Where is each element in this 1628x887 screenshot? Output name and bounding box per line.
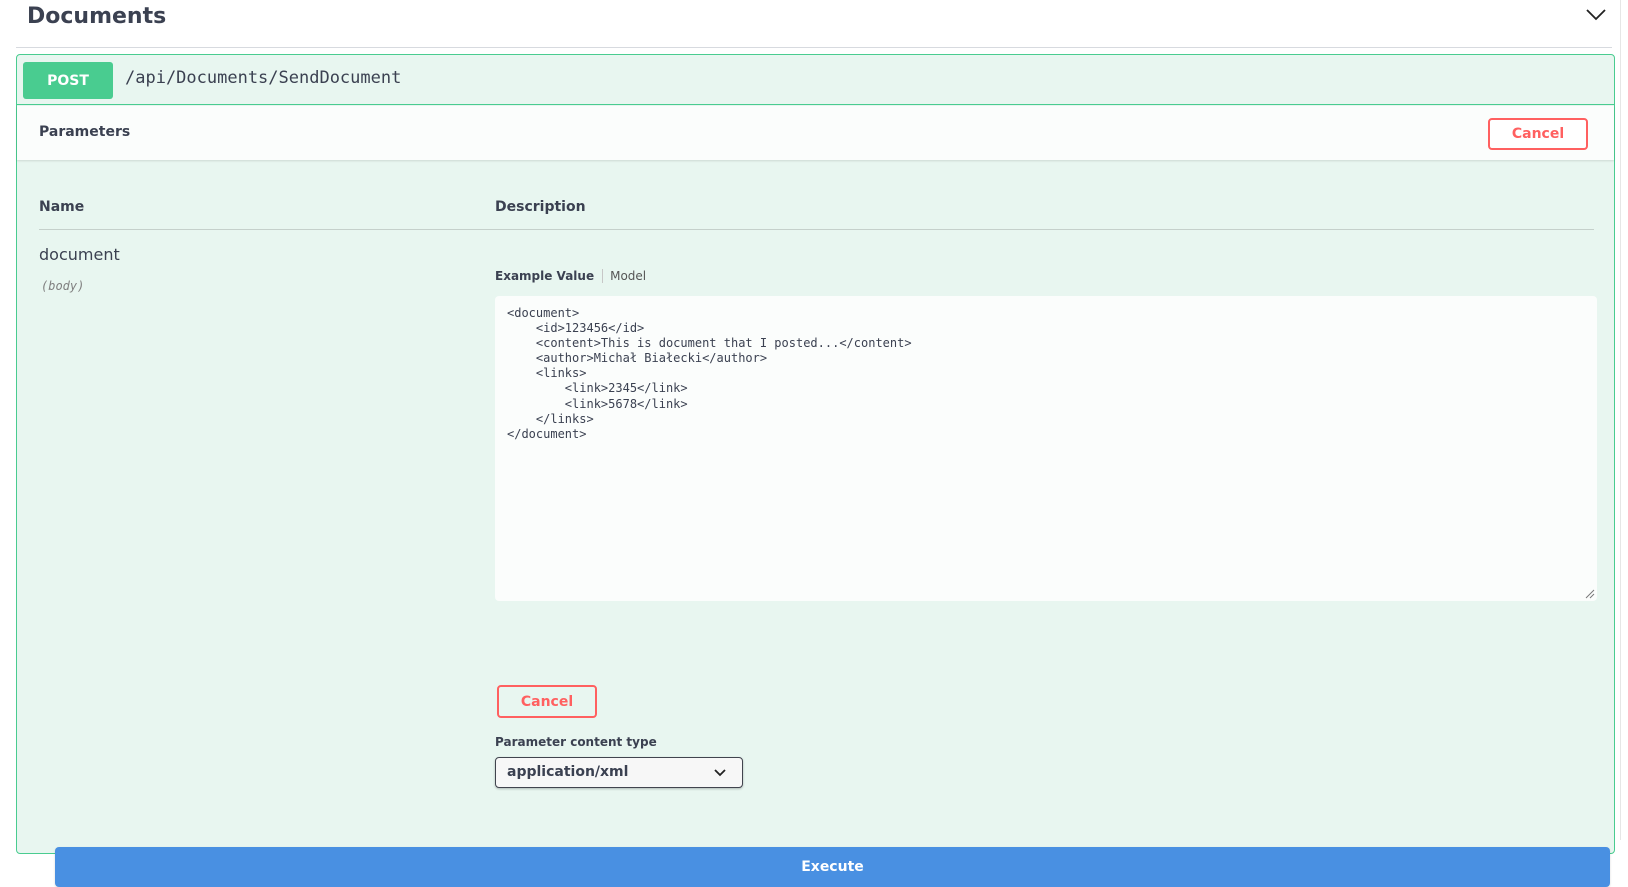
parameters-header: Parameters: [17, 106, 1614, 160]
description-column-header: Description: [495, 199, 586, 215]
request-body-editor[interactable]: <document> <id>123456</id> <content>This…: [495, 296, 1597, 601]
content-type-select[interactable]: application/xml: [495, 757, 743, 788]
operation-summary[interactable]: POST /api/Documents/SendDocument: [17, 55, 1614, 105]
execute-button[interactable]: Execute: [55, 847, 1610, 887]
tab-model[interactable]: Model: [603, 269, 646, 283]
cancel-try-out-button[interactable]: Cancel: [1488, 118, 1588, 150]
chevron-down-icon[interactable]: [1584, 6, 1608, 24]
example-tabs: Example Value Model: [495, 266, 646, 286]
tag-title: Documents: [27, 4, 167, 29]
chevron-down-icon: [714, 769, 726, 777]
parameter-name: document: [39, 245, 120, 264]
operation-block: POST /api/Documents/SendDocument Paramet…: [16, 54, 1615, 887]
tag-header[interactable]: Documents: [16, 0, 1612, 48]
tab-example-value[interactable]: Example Value: [495, 269, 604, 283]
endpoint-path: /api/Documents/SendDocument: [125, 68, 402, 88]
method-badge: POST: [23, 62, 113, 99]
resize-handle-icon[interactable]: [1585, 589, 1595, 599]
parameter-location: (body): [41, 279, 85, 293]
cancel-body-button[interactable]: Cancel: [497, 685, 597, 718]
header-divider: [39, 229, 1594, 230]
request-body-text[interactable]: <document> <id>123456</id> <content>This…: [507, 306, 1585, 442]
content-type-value: application/xml: [507, 764, 629, 780]
content-type-label: Parameter content type: [495, 735, 657, 749]
name-column-header: Name: [39, 199, 85, 215]
scrollbar[interactable]: [1620, 0, 1621, 840]
parameters-title: Parameters: [39, 124, 131, 140]
